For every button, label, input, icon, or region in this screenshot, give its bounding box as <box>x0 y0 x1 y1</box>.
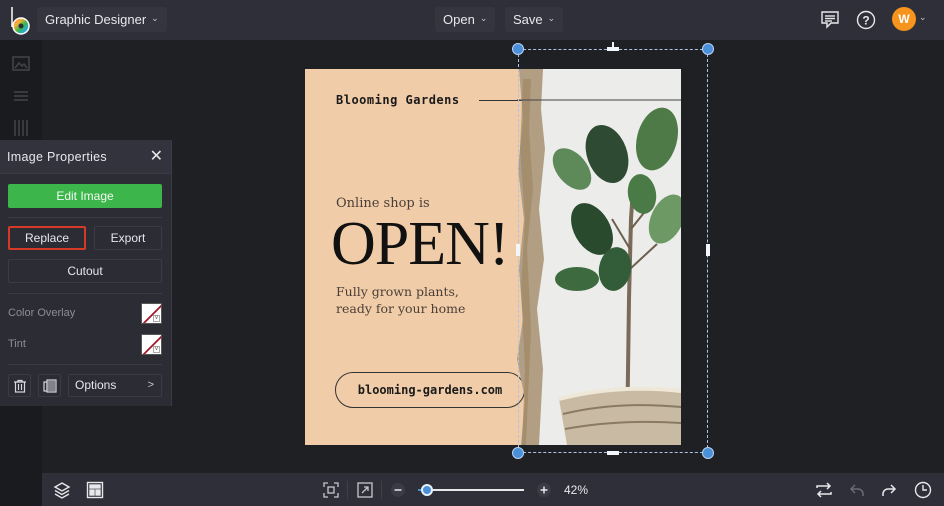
duplicate-button[interactable] <box>38 374 61 397</box>
cutout-button[interactable]: Cutout <box>8 259 162 283</box>
divider <box>8 364 162 365</box>
actual-size-icon[interactable] <box>356 481 374 499</box>
divider <box>8 217 162 218</box>
open-label: Open <box>443 12 475 27</box>
help-icon[interactable]: ? <box>854 8 878 32</box>
color-overlay-swatch[interactable]: v <box>141 303 162 324</box>
duplicate-icon <box>42 378 57 393</box>
resize-handle-top[interactable] <box>607 47 619 51</box>
options-button[interactable]: Options > <box>68 374 162 397</box>
chevron-down-icon: ⌄ <box>151 13 159 23</box>
undo-icon[interactable] <box>848 481 866 499</box>
divider <box>8 293 162 294</box>
redo-icon[interactable] <box>880 481 898 499</box>
tint-label: Tint <box>8 338 26 350</box>
color-overlay-label: Color Overlay <box>8 307 76 319</box>
top-bar: Graphic Designer ⌄ Open ⌄ Save ⌄ ? W ⌄ <box>0 0 944 40</box>
design-brand-text[interactable]: Blooming Gardens <box>336 93 460 107</box>
resize-handle-left[interactable] <box>516 244 520 256</box>
rotate-handle[interactable] <box>612 42 614 47</box>
panel-header: Image Properties ✕ <box>0 140 171 174</box>
resize-handle-bottom[interactable] <box>607 451 619 455</box>
edit-image-button[interactable]: Edit Image <box>8 184 162 208</box>
chevron-right-icon: > <box>147 379 154 391</box>
design-subtitle-line-2: ready for your home <box>336 301 466 316</box>
resize-handle-right[interactable] <box>706 244 710 256</box>
save-label: Save <box>513 12 543 27</box>
sliders-icon[interactable] <box>11 86 31 106</box>
options-label: Options <box>75 378 117 392</box>
design-subtitle[interactable]: Fully grown plants, ready for your home <box>336 283 465 317</box>
zoom-slider-track[interactable] <box>418 489 524 491</box>
resize-handle-top-left[interactable] <box>512 43 524 55</box>
befunky-logo[interactable] <box>8 5 34 35</box>
tint-swatch[interactable]: v <box>141 334 162 355</box>
design-headline[interactable]: OPEN! <box>331 209 510 279</box>
svg-text:?: ? <box>862 14 869 28</box>
chevron-down-icon: ⌄ <box>547 13 556 23</box>
save-dropdown[interactable]: Save ⌄ <box>505 7 564 32</box>
resize-handle-bottom-left[interactable] <box>512 447 524 459</box>
replace-button[interactable]: Replace <box>8 226 86 250</box>
close-icon[interactable]: ✕ <box>150 148 163 165</box>
chevron-down-icon: v <box>153 315 160 322</box>
texture-icon[interactable] <box>11 118 31 138</box>
open-dropdown[interactable]: Open ⌄ <box>435 7 496 32</box>
workspace-dropdown[interactable]: Graphic Designer ⌄ <box>37 7 167 32</box>
zoom-in-button[interactable] <box>535 481 553 499</box>
layers-icon[interactable] <box>53 481 71 499</box>
chevron-down-icon: v <box>153 346 160 353</box>
plant-photo[interactable] <box>517 69 681 445</box>
chevron-down-icon: ⌄ <box>479 13 488 23</box>
trash-icon <box>13 379 26 393</box>
image-icon[interactable] <box>11 54 31 74</box>
resize-handle-bottom-right[interactable] <box>702 447 714 459</box>
chevron-down-icon[interactable]: ⌄ <box>919 12 927 23</box>
design-url-pill[interactable]: blooming-gardens.com <box>335 372 525 408</box>
design-subtitle-line-1: Fully grown plants, <box>336 284 459 299</box>
resize-handle-top-right[interactable] <box>702 43 714 55</box>
zoom-percent: 42% <box>564 483 589 497</box>
fit-to-screen-icon[interactable] <box>322 481 340 499</box>
image-properties-panel: Image Properties ✕ Edit Image Replace Ex… <box>0 140 172 406</box>
workspace-label: Graphic Designer <box>45 12 147 27</box>
zoom-slider-thumb[interactable] <box>421 484 433 496</box>
swap-icon[interactable] <box>815 481 833 499</box>
user-avatar[interactable]: W <box>892 7 916 31</box>
delete-button[interactable] <box>8 374 31 397</box>
design-canvas[interactable]: Blooming Gardens Online shop is OPEN! Fu… <box>305 69 681 445</box>
separator <box>347 481 348 499</box>
comments-icon[interactable] <box>818 8 842 32</box>
history-icon[interactable] <box>914 481 932 499</box>
separator <box>381 481 382 499</box>
export-button[interactable]: Export <box>94 226 162 250</box>
layout-icon[interactable] <box>86 481 104 499</box>
panel-title: Image Properties <box>7 149 107 164</box>
zoom-out-button[interactable] <box>389 481 407 499</box>
